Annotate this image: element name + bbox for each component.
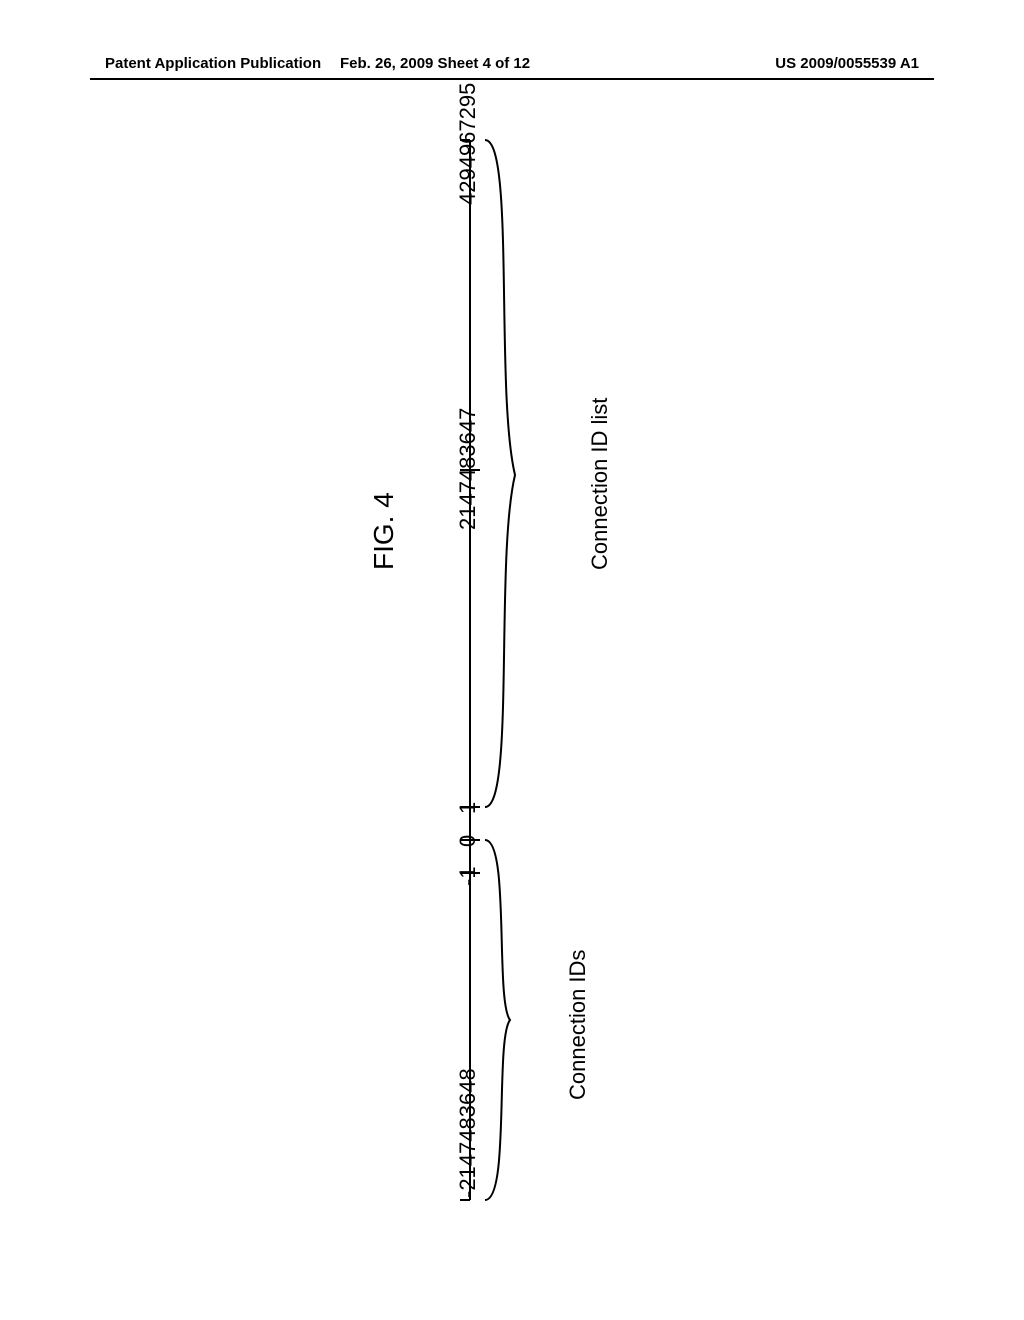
tick-zero: 0 <box>455 835 481 847</box>
header-publication: Patent Application Publication <box>105 55 321 72</box>
tick-one: 1 <box>455 802 481 814</box>
label-connection-ids: Connection IDs <box>565 950 591 1100</box>
figure-title: FIG. 4 <box>368 492 400 570</box>
header-rule <box>90 78 934 80</box>
tick-min: -2147483648 <box>455 1068 481 1198</box>
number-line-diagram: -2147483648 -1 0 1 2147483647 4294967295… <box>415 140 535 1200</box>
tick-max: 4294967295 <box>455 83 481 205</box>
header-date-sheet: Feb. 26, 2009 Sheet 4 of 12 <box>340 55 530 72</box>
tick-mid: 2147483647 <box>455 408 481 530</box>
tick-neg1: -1 <box>455 866 481 886</box>
label-connection-id-list: Connection ID list <box>587 398 613 570</box>
header-pubnumber: US 2009/0055539 A1 <box>775 55 919 72</box>
